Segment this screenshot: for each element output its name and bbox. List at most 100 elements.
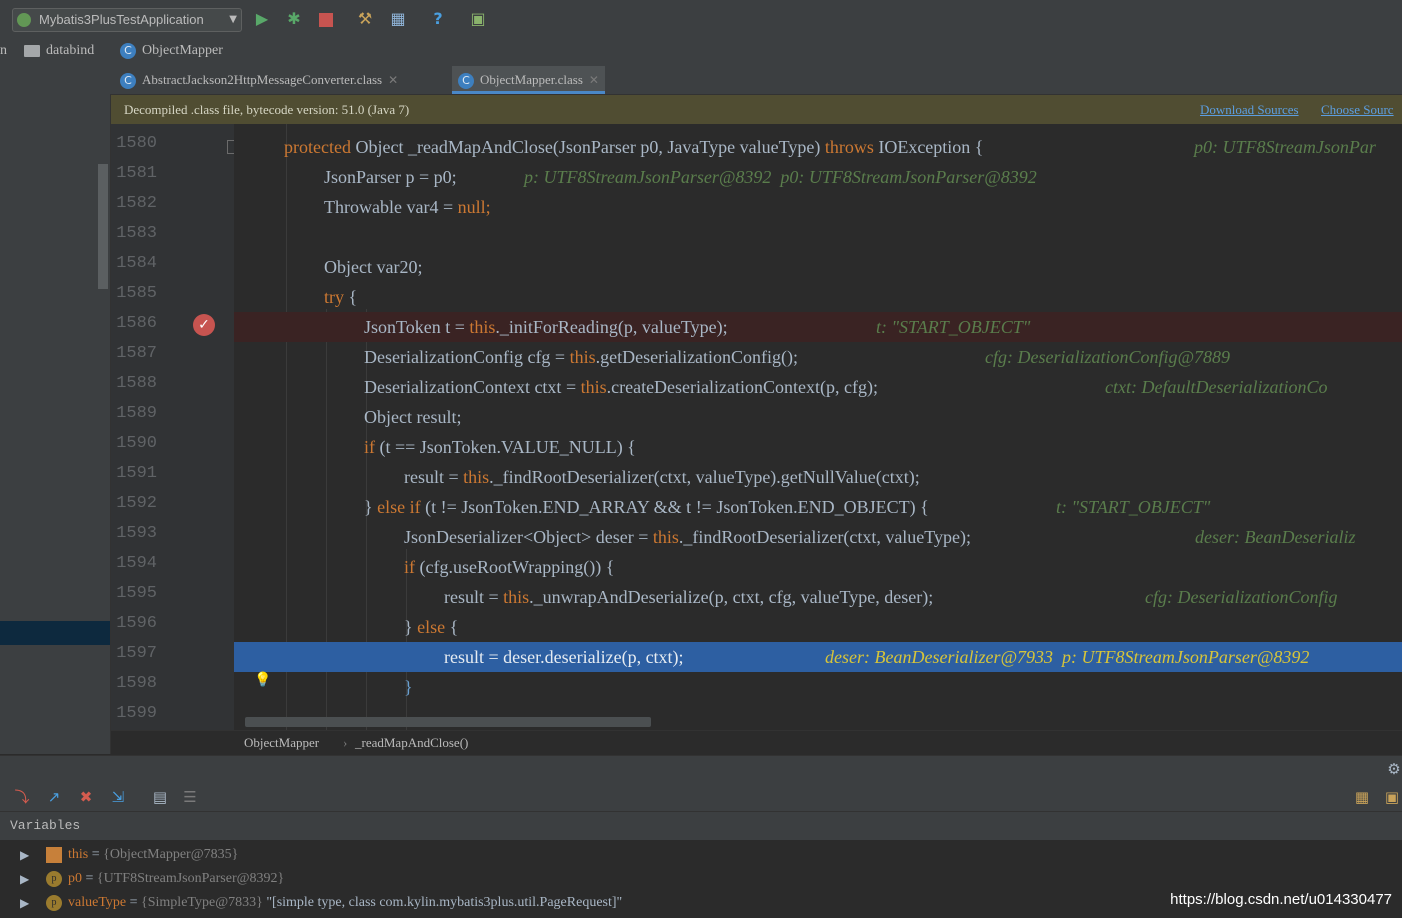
folder-icon [24,44,40,57]
code-line: if (cfg.useRootWrapping()) { [234,552,1402,582]
show-execution-point-icon[interactable]: ⤵ [12,787,32,807]
breadcrumb-class[interactable]: ObjectMapper [244,731,319,755]
variable-name: this [68,847,89,862]
sdk-icon[interactable]: ▣ [468,8,488,30]
code-keyword: else [417,617,446,637]
run-icon[interactable]: ▶ [252,8,272,30]
code-keyword: try [324,287,344,307]
evaluate-icon[interactable]: ▤ [150,787,170,807]
project-panel-strip [0,94,111,754]
spring-boot-icon [17,13,31,27]
expand-icon[interactable]: ▶ [20,843,29,867]
variable-string: "[simple type, class com.kylin.mybatis3p… [266,895,623,910]
run-to-cursor-icon[interactable]: ⇲ [108,787,128,807]
code-text: JsonParser p = p0; [324,167,457,187]
lightbulb-icon[interactable]: 💡 [254,672,271,690]
close-icon[interactable]: ✕ [589,73,599,87]
code-line: JsonDeserializer<Object> deser = this._f… [234,522,1402,552]
download-sources-link[interactable]: Download Sources [1200,95,1299,124]
breadcrumb-cut[interactable]: n [0,43,7,59]
close-icon[interactable]: ✕ [388,73,398,87]
tab-object-mapper[interactable]: C ObjectMapper.class ✕ [452,66,605,94]
breadcrumb-separator-icon: › [343,735,348,750]
code-keyword: this [463,467,490,487]
tab-abstract-jackson[interactable]: C AbstractJackson2HttpMessageConverter.cl… [120,66,398,94]
debug-toolbar: ⤵ ↗ ✖ ⇲ ▤ ☰ ▦ ▣ [0,781,1402,812]
code-keyword: throws [824,137,874,157]
line-number: 1596 [116,614,157,633]
breakpoint-line: JsonToken t = this._initForReading(p, va… [234,312,1402,342]
breadcrumb-folder[interactable]: databind [24,43,94,59]
navigation-bar: n databind C ObjectMapper [0,38,1402,67]
code-text: DeserializationConfig cfg = [364,347,570,367]
breadcrumb-method[interactable]: _readMapAndClose() [355,731,468,755]
code-line: try { [234,282,1402,312]
banner-message: Decompiled .class file, bytecode version… [124,102,410,117]
line-number: 1599 [116,704,157,723]
code-keyword: this [569,347,596,367]
class-icon: C [458,73,474,90]
restore-layout-icon[interactable]: ▣ [1382,787,1402,807]
variable-value: {UTF8StreamJsonParser@8392} [96,871,285,886]
line-number: 1591 [116,464,157,483]
code-text: Object var20; [324,257,423,277]
line-number: 1586 [116,314,157,333]
watermark: https://blog.csdn.net/u014330477 [1170,891,1392,908]
variable-row[interactable]: ▶ p p0 = {UTF8StreamJsonParser@8392} [0,867,1402,891]
code-editor[interactable]: protected Object _readMapAndClose(JsonPa… [234,124,1402,730]
code-text: DeserializationContext ctxt = [364,377,581,397]
parameter-icon: p [46,871,62,887]
choose-sources-link[interactable]: Choose Sourc [1321,95,1394,124]
inline-debug-value: p0: UTF8StreamJsonPar [1194,137,1376,157]
line-number: 1580 [116,134,157,153]
scrollbar-thumb[interactable] [98,164,108,289]
inline-debug-value: ctxt: DefaultDeserializationCo [1105,377,1328,397]
trace-icon[interactable]: ☰ [180,787,200,807]
code-keyword: else if [377,497,421,517]
help-icon[interactable]: ? [428,8,448,30]
code-text: ._findRootDeserializer(ctxt, valueType); [678,527,972,547]
variables-header: Variables [0,812,1402,840]
layout-icon[interactable]: ▦ [1352,787,1372,807]
step-into-icon[interactable]: ✖ [76,787,96,807]
step-over-icon[interactable]: ↗ [44,787,64,807]
run-config-dropdown[interactable]: Mybatis3PlusTestApplication ▼ [12,8,242,32]
code-line: } else { [234,612,1402,642]
breakpoint-icon[interactable]: ✓ [193,314,215,336]
class-icon: C [120,43,136,59]
code-text: result = [444,587,504,607]
code-keyword: protected [284,137,351,157]
code-text: } [364,497,378,517]
code-text: ._unwrapAndDeserialize(p, ctxt, cfg, val… [529,587,934,607]
line-number: 1590 [116,434,157,453]
main-toolbar: Mybatis3PlusTestApplication ▼ ▶ ✱ ⚒ ▦ ? … [0,0,1402,39]
structure-icon[interactable]: ▦ [388,8,408,30]
gear-icon[interactable]: ⚙ [1384,759,1402,779]
line-number: 1587 [116,344,157,363]
breadcrumb-class-label: ObjectMapper [142,43,223,59]
code-text: ._initForReading(p, valueType); [495,317,728,337]
code-text: ._findRootDeserializer(ctxt, valueType).… [489,467,920,487]
code-keyword: this [469,317,496,337]
code-text: { [445,617,459,637]
breadcrumb-class[interactable]: C ObjectMapper [120,43,223,59]
variable-row[interactable]: ▶ this = {ObjectMapper@7835} [0,843,1402,867]
code-line: result = this._unwrapAndDeserialize(p, c… [234,582,1402,612]
build-icon[interactable]: ⚒ [355,8,375,30]
debug-icon[interactable]: ✱ [284,8,304,30]
expand-icon[interactable]: ▶ [20,891,29,915]
horizontal-scrollbar[interactable] [245,717,651,727]
code-line: DeserializationConfig cfg = this.getDese… [234,342,1402,372]
code-text: Object result; [364,407,462,427]
line-number: 1595 [116,584,157,603]
code-keyword: if [404,557,415,577]
code-keyword: if [364,437,375,457]
tab-label: AbstractJackson2HttpMessageConverter.cla… [142,72,383,87]
code-text: JsonToken t = [364,317,470,337]
parameter-icon: p [46,895,62,911]
inline-debug-value: deser: BeanDeserializer@7933 p: UTF8Stre… [825,647,1310,667]
breadcrumb-folder-label: databind [46,43,95,58]
expand-icon[interactable]: ▶ [20,867,29,891]
stop-icon[interactable] [316,8,336,30]
editor-gutter[interactable]: 1580 1581 1582 1583 1584 1585 1586 1587 … [111,124,241,730]
